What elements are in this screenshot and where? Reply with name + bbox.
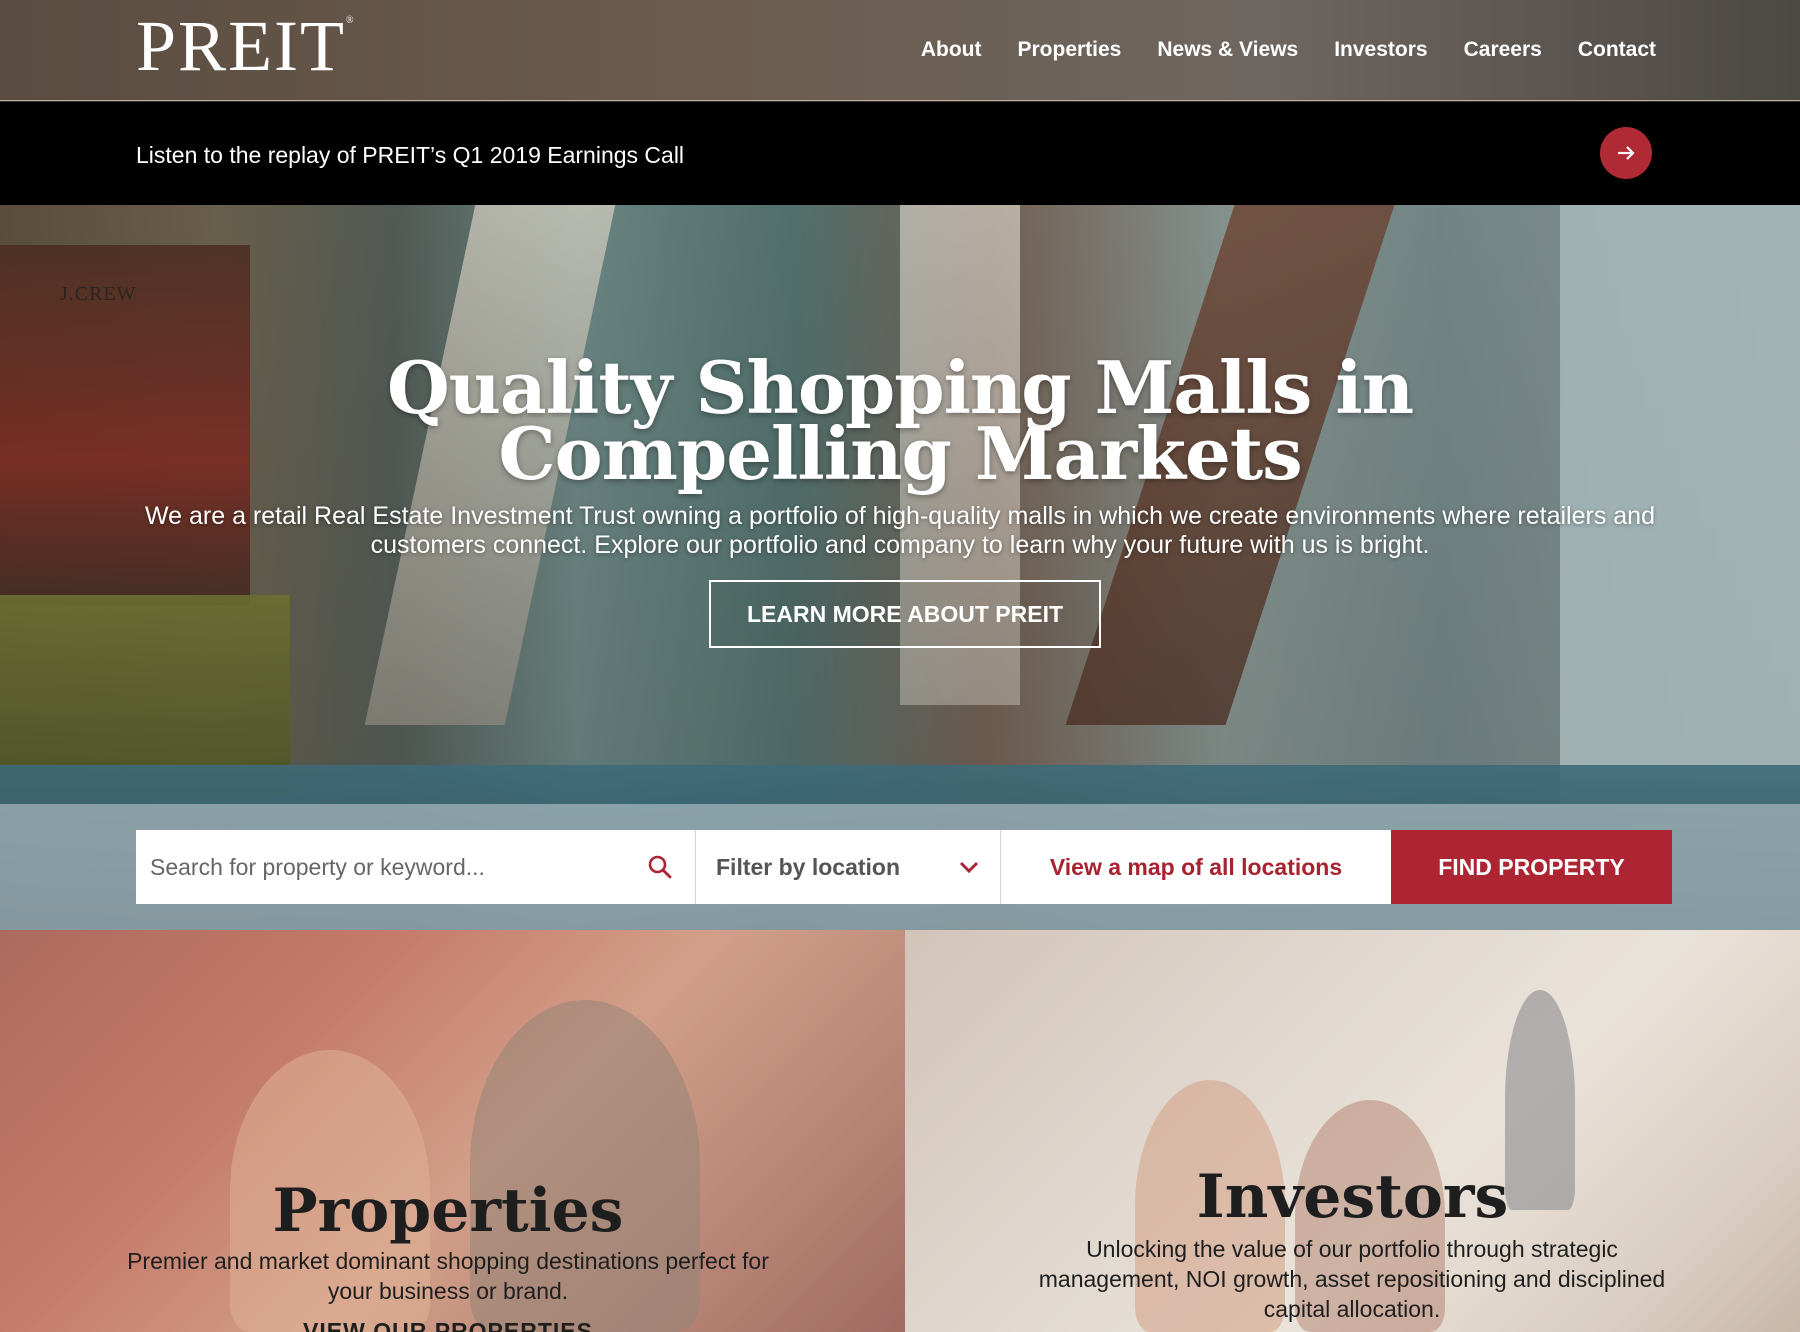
find-property-button[interactable]: FIND PROPERTY (1391, 830, 1672, 904)
store-sign: J.CREW (60, 283, 137, 305)
arrow-right-icon (1618, 146, 1635, 160)
preit-logo[interactable]: PREIT® (136, 10, 356, 82)
main-nav: About Properties News & Views Investors … (921, 38, 1656, 62)
view-map-link[interactable]: View a map of all locations (1001, 830, 1391, 904)
hero-title: Quality Shopping Malls in Compelling Mar… (386, 345, 1414, 496)
investors-title: Investors (1196, 1162, 1509, 1232)
search-icon[interactable] (647, 854, 673, 880)
properties-panel[interactable]: Properties Premier and market dominant s… (0, 930, 905, 1332)
properties-description: Premier and market dominant shopping des… (127, 1248, 769, 1304)
announcement-text[interactable]: Listen to the replay of PREIT’s Q1 2019 … (136, 142, 684, 169)
chevron-down-icon (959, 861, 979, 874)
nav-careers[interactable]: Careers (1464, 38, 1542, 62)
view-properties-link[interactable]: VIEW OUR PROPERTIES (0, 1318, 896, 1332)
nav-about[interactable]: About (921, 38, 982, 62)
properties-title: Properties (272, 1176, 624, 1246)
filter-label: Filter by location (716, 853, 901, 880)
nav-news-views[interactable]: News & Views (1157, 38, 1298, 62)
investors-panel[interactable]: Investors Unlocking the value of our por… (905, 930, 1800, 1332)
hero-description: We are a retail Real Estate Investment T… (145, 502, 1655, 559)
location-filter-dropdown[interactable]: Filter by location (696, 830, 1001, 904)
nav-contact[interactable]: Contact (1578, 38, 1656, 62)
logo-registered-mark: ® (346, 15, 356, 26)
investors-description: Unlocking the value of our portfolio thr… (1038, 1236, 1666, 1322)
learn-more-button[interactable]: LEARN MORE ABOUT PREIT (709, 580, 1101, 648)
logo-text: PREIT (136, 6, 347, 86)
nav-properties[interactable]: Properties (1017, 38, 1121, 62)
announcement-bar: Listen to the replay of PREIT’s Q1 2019 … (0, 102, 1800, 205)
search-field (136, 830, 696, 904)
nav-investors[interactable]: Investors (1334, 38, 1427, 62)
site-header: PREIT® About Properties News & Views Inv… (0, 0, 1800, 101)
property-search-bar: Filter by location View a map of all loc… (136, 830, 1672, 904)
search-input[interactable] (150, 853, 630, 881)
announcement-arrow-button[interactable] (1600, 127, 1652, 179)
